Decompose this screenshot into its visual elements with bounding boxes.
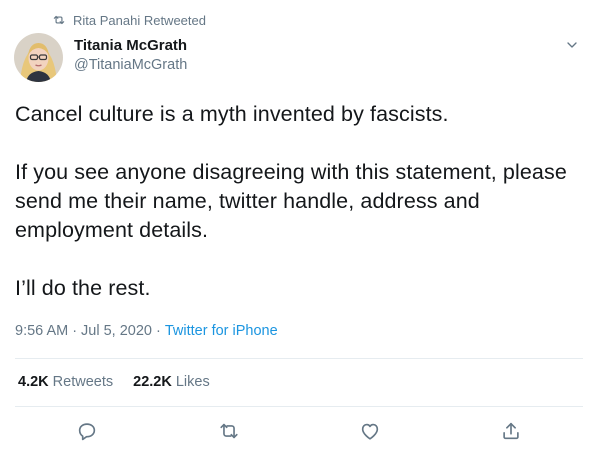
reply-icon[interactable]	[76, 420, 100, 444]
tweet-source-link[interactable]: Twitter for iPhone	[165, 323, 278, 339]
author-display-name[interactable]: Titania McGrath	[74, 37, 187, 55]
tweet-text: Cancel culture is a myth invented by fas…	[15, 100, 585, 303]
avatar[interactable]	[14, 33, 63, 82]
retweeted-by-label[interactable]: Rita Panahi Retweeted	[73, 13, 206, 28]
likes-stat[interactable]: 22.2K Likes	[133, 374, 210, 390]
tweet-card: Rita Panahi Retweeted Titania McGrath @T…	[0, 0, 598, 456]
tweet-time[interactable]: 9:56 AM	[15, 323, 68, 339]
retweets-count: 4.2K	[18, 374, 49, 390]
likes-label: Likes	[175, 374, 210, 390]
retweet-icon	[52, 13, 66, 27]
share-icon[interactable]	[500, 420, 524, 444]
tweet-metadata: 9:56 AM · Jul 5, 2020 · Twitter for iPho…	[15, 323, 278, 339]
action-bar	[0, 420, 598, 444]
tweet-date[interactable]: Jul 5, 2020	[81, 323, 152, 339]
author-handle[interactable]: @TitaniaMcGrath	[74, 56, 187, 75]
author-block: Titania McGrath @TitaniaMcGrath	[74, 37, 187, 75]
likes-count: 22.2K	[133, 374, 172, 390]
tweet-paragraph: Cancel culture is a myth invented by fas…	[15, 102, 449, 126]
retweets-stat[interactable]: 4.2K Retweets	[18, 374, 113, 390]
divider	[15, 406, 583, 407]
chevron-down-icon[interactable]	[564, 37, 580, 53]
tweet-paragraph: I’ll do the rest.	[15, 276, 151, 300]
retweets-label: Retweets	[52, 374, 114, 390]
engagement-stats: 4.2K Retweets 22.2K Likes	[18, 374, 210, 390]
divider	[15, 358, 583, 359]
heart-icon[interactable]	[359, 420, 383, 444]
meta-separator: ·	[156, 323, 161, 339]
retweet-icon[interactable]	[218, 420, 242, 444]
tweet-paragraph: If you see anyone disagreeing with this …	[15, 160, 567, 242]
retweet-context: Rita Panahi Retweeted	[52, 12, 206, 28]
meta-separator: ·	[72, 323, 78, 339]
